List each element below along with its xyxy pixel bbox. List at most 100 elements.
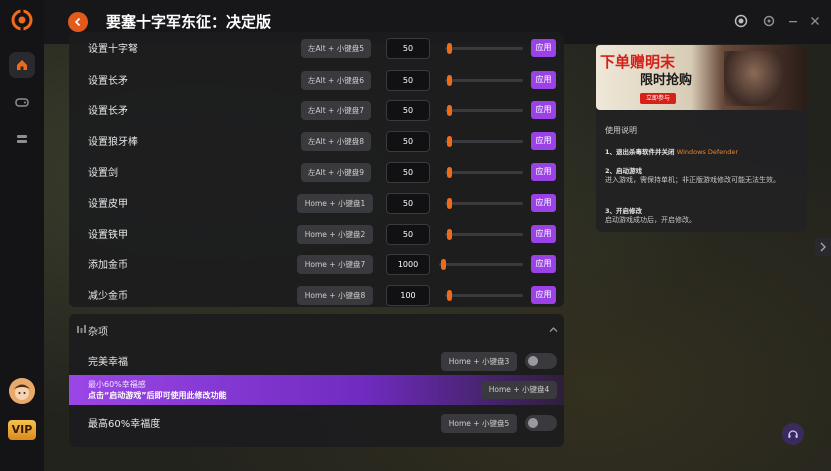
slider-knob[interactable] [447,198,452,209]
promo-banner[interactable]: 下单赠明末 限时抢购 立即参与 [596,45,807,110]
cheat-value-input[interactable]: 1000 [386,254,430,275]
slider-knob[interactable] [447,229,452,240]
cheat-row: 添加金币 Home + 小键盘7 1000 应用 [69,248,564,279]
support-button[interactable] [782,423,804,445]
game-mode-icon[interactable] [734,14,748,28]
cheat-value-input[interactable]: 50 [386,193,430,214]
info-card: 下单赠明末 限时抢购 立即参与 使用说明 1、退出杀毒软件并关闭 Windows… [596,45,807,232]
cheat-value-input[interactable]: 50 [386,100,430,121]
cheat-hotkey: 左Alt + 小键盘8 [301,132,371,151]
misc-row: 完美幸福 Home + 小键盘3 [69,345,564,376]
misc-section-icon [77,325,86,333]
stack-icon [17,135,27,143]
instructions-step1: 1、退出杀毒软件并关闭 Windows Defender [605,146,738,156]
app-logo-icon [11,9,33,31]
cheat-slider[interactable] [445,43,523,54]
misc-label: 完美幸福 [88,357,128,368]
locked-feature-row[interactable]: 最小60%幸福感 点击“启动游戏”后即可使用此修改功能 Home + 小键盘4 [69,375,564,405]
cheat-row: 设置长矛 左Alt + 小键盘6 50 应用 [69,64,564,95]
cheat-value-input[interactable]: 50 [386,162,430,183]
cheat-slider[interactable] [445,290,523,301]
avatar-face-icon [9,378,35,404]
apply-button[interactable]: 应用 [531,194,556,212]
misc-toggle[interactable] [525,415,557,431]
cheat-slider[interactable] [439,259,523,270]
toggle-knob [528,356,538,366]
cheat-row: 设置长矛 左Alt + 小键盘7 50 应用 [69,94,564,125]
cheat-hotkey: Home + 小键盘8 [297,286,373,305]
arrow-left-icon [74,17,81,27]
minimize-icon[interactable] [786,14,800,28]
cheat-slider[interactable] [445,167,523,178]
instructions-step2-title: 2、启动游戏 [605,167,643,175]
cheat-row: 设置十字弩 左Alt + 小键盘5 50 应用 [69,32,564,63]
chevron-up-icon[interactable] [549,326,558,333]
misc-hotkey: Home + 小键盘3 [441,352,517,371]
cheat-value-input[interactable]: 50 [386,224,430,245]
apply-button[interactable]: 应用 [531,39,556,57]
cheat-value-input[interactable]: 50 [386,70,430,91]
launch-game-notice: 点击“启动游戏”后即可使用此修改功能 [88,391,227,400]
apply-button[interactable]: 应用 [531,101,556,119]
cheat-slider[interactable] [445,198,523,209]
misc-hotkey: Home + 小键盘5 [441,414,517,433]
cheat-label: 设置狼牙棒 [88,137,138,148]
chevron-right-icon [820,242,826,252]
apply-button[interactable]: 应用 [531,225,556,243]
cheat-label: 设置十字弩 [88,44,138,55]
apply-button[interactable]: 应用 [531,71,556,89]
cheat-label: 设置皮甲 [88,199,128,210]
sidebar: VIP [0,0,45,471]
apply-button[interactable]: 应用 [531,255,556,273]
cheat-slider[interactable] [445,229,523,240]
expand-panel-button[interactable] [815,238,831,256]
instructions-title: 使用说明 [605,126,637,135]
cheat-label: 设置长矛 [88,76,128,87]
misc-toggle[interactable] [525,353,557,369]
settings-icon[interactable] [762,14,776,28]
cheat-label: 添加金币 [88,260,128,271]
sidebar-home-button[interactable] [9,52,35,78]
cheat-slider[interactable] [445,105,523,116]
cheat-label: 减少金币 [88,291,128,302]
cheat-value-input[interactable]: 50 [386,38,430,59]
close-icon[interactable] [808,14,822,28]
gamepad-icon [15,98,29,107]
slider-knob[interactable] [447,167,452,178]
headset-icon [788,430,798,438]
cheat-label: 设置剑 [88,168,118,179]
slider-knob[interactable] [447,43,452,54]
cheat-slider[interactable] [445,136,523,147]
cheat-value-input[interactable]: 50 [386,131,430,152]
sidebar-games-button[interactable] [9,89,35,115]
vip-badge[interactable]: VIP [8,420,36,440]
misc-section-title: 杂项 [88,327,108,338]
slider-knob[interactable] [441,259,446,270]
cheat-row: 设置狼牙棒 左Alt + 小键盘8 50 应用 [69,125,564,156]
cheat-value-input[interactable]: 100 [386,285,430,306]
apply-button[interactable]: 应用 [531,286,556,304]
instructions-step3-title: 3、开启修改 [605,207,643,215]
sidebar-library-button[interactable] [9,126,35,152]
banner-join-button[interactable]: 立即参与 [640,93,676,104]
home-icon [17,60,27,70]
slider-knob[interactable] [447,105,452,116]
slider-knob[interactable] [447,290,452,301]
apply-button[interactable]: 应用 [531,163,556,181]
cheat-hotkey: Home + 小键盘1 [297,194,373,213]
slider-knob[interactable] [447,136,452,147]
cheat-row: 设置剑 左Alt + 小键盘9 50 应用 [69,156,564,187]
back-button[interactable] [68,12,88,32]
banner-character-art [724,51,784,106]
user-avatar[interactable] [9,378,35,404]
misc-row: 最高60%幸福度 Home + 小键盘5 [69,407,564,438]
apply-button[interactable]: 应用 [531,132,556,150]
cheat-label: 设置长矛 [88,106,128,117]
slider-knob[interactable] [447,75,452,86]
toggle-knob [528,418,538,428]
cheat-label: 设置铁甲 [88,230,128,241]
cheat-slider[interactable] [445,75,523,86]
instructions-step2-text: 进入游戏，需保持单机；非正版游戏修改可能无法生效。 [605,176,780,184]
locked-feature-label: 最小60%幸福感 [88,380,146,389]
misc-label: 最高60%幸福度 [88,419,161,430]
